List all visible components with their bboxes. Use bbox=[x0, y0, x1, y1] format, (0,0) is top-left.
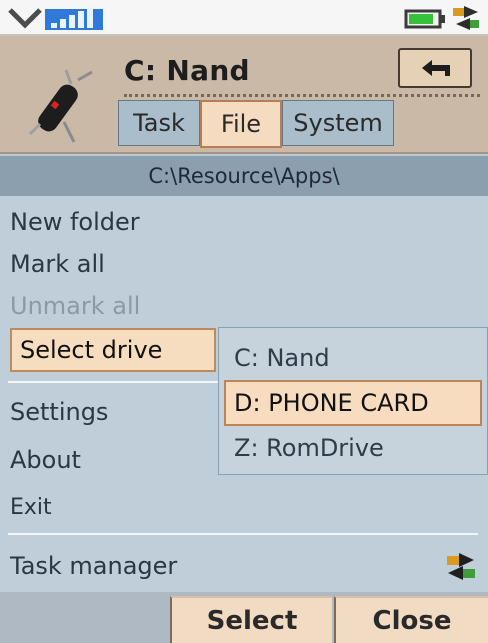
submenu-item-label: C: Nand bbox=[234, 344, 330, 372]
tab-task[interactable]: Task bbox=[118, 100, 200, 146]
softkey-label: Close bbox=[372, 605, 452, 636]
tab-system[interactable]: System bbox=[282, 100, 394, 146]
menu-item-unmark-all: Unmark all bbox=[10, 286, 140, 326]
menu-item-task-manager[interactable]: Task manager bbox=[10, 546, 177, 586]
tab-label: File bbox=[220, 110, 262, 138]
swiss-knife-icon bbox=[28, 69, 93, 143]
path-bar: C:\Resource\Apps\ bbox=[0, 156, 488, 196]
network-sync-icon bbox=[453, 6, 479, 30]
menu-item-label: Select drive bbox=[20, 336, 163, 364]
title-divider bbox=[124, 94, 480, 97]
signal-strength-icon bbox=[45, 7, 103, 30]
back-button[interactable] bbox=[398, 48, 472, 88]
select-softkey[interactable]: Select bbox=[170, 596, 332, 643]
submenu-item-d-phone-card[interactable]: D: PHONE CARD bbox=[224, 380, 482, 426]
menu-item-label: About bbox=[10, 446, 81, 474]
menu-item-settings[interactable]: Settings bbox=[10, 392, 108, 432]
menu-divider bbox=[8, 381, 218, 383]
menu-item-label: New folder bbox=[10, 208, 140, 236]
submenu-item-z-romdrive[interactable]: Z: RomDrive bbox=[234, 428, 384, 468]
tab-label: Task bbox=[133, 109, 185, 137]
menu-item-exit[interactable]: Exit bbox=[10, 487, 52, 527]
menu-item-label: Exit bbox=[10, 494, 52, 520]
menu-item-mark-all[interactable]: Mark all bbox=[10, 244, 105, 284]
menu-item-label: Settings bbox=[10, 398, 109, 426]
submenu-item-label: D: PHONE CARD bbox=[234, 389, 429, 417]
softkey-label: Select bbox=[206, 605, 298, 636]
menu-item-about[interactable]: About bbox=[10, 440, 81, 480]
menu-divider bbox=[8, 533, 478, 535]
status-bar bbox=[0, 0, 488, 36]
submenu-item-label: Z: RomDrive bbox=[234, 434, 384, 462]
menu-item-label: Mark all bbox=[10, 250, 105, 278]
menu-item-select-drive[interactable]: Select drive bbox=[10, 328, 216, 372]
close-softkey[interactable]: Close bbox=[334, 596, 488, 643]
menu-item-label: Task manager bbox=[10, 552, 178, 580]
menu-item-new-folder[interactable]: New folder bbox=[10, 202, 140, 242]
back-arrow-icon bbox=[422, 60, 450, 76]
tab-file[interactable]: File bbox=[200, 100, 282, 148]
menu-item-label: Unmark all bbox=[10, 292, 141, 320]
app-title: C: Nand bbox=[124, 54, 250, 87]
battery-icon bbox=[404, 9, 445, 29]
tab-label: System bbox=[293, 109, 383, 137]
submenu-item-c-nand[interactable]: C: Nand bbox=[234, 338, 330, 378]
current-path: C:\Resource\Apps\ bbox=[148, 164, 340, 188]
task-manager-icon bbox=[447, 553, 475, 580]
dropdown-chevron-icon bbox=[8, 8, 42, 29]
